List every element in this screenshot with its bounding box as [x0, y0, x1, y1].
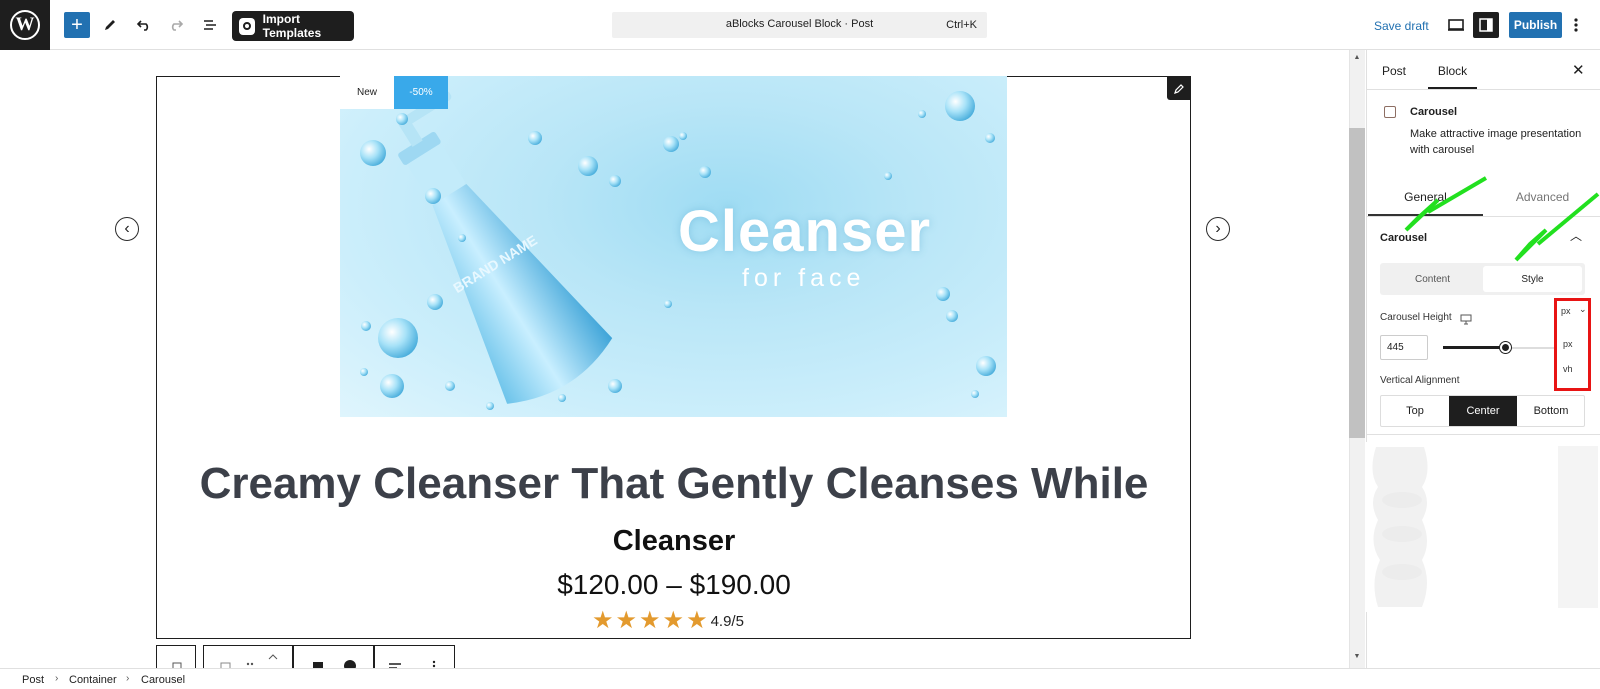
more-options-icon[interactable]	[1566, 12, 1586, 38]
product-price: $120.00 – $190.00	[557, 569, 791, 600]
command-palette-bar[interactable]: aBlocks Carousel Block · Post Ctrl+K	[612, 12, 987, 38]
badge-new: New	[340, 76, 394, 109]
scrollbar-thumb[interactable]	[1349, 128, 1365, 438]
product-rating: ★ ★ ★ ★ ★ 4.9/5	[592, 609, 744, 633]
add-block-button[interactable]: +	[64, 12, 90, 38]
breadcrumb-item[interactable]: Post	[22, 674, 44, 686]
star-icon: ★	[639, 607, 661, 634]
unit-option-vh[interactable]: vh	[1563, 364, 1573, 374]
unit-dropdown[interactable]: px ⌄ px vh	[1554, 298, 1591, 391]
block-breadcrumb: Post › Container › Carousel	[0, 668, 1600, 689]
chevron-right-icon: ›	[55, 673, 59, 684]
carousel-block-icon	[1384, 106, 1396, 118]
document-title: aBlocks Carousel Block · Post	[725, 18, 874, 30]
loading-placeholder	[1366, 442, 1600, 612]
pencil-tools-icon[interactable]	[97, 12, 123, 38]
block-align-controls[interactable]	[374, 645, 455, 672]
close-icon[interactable]: ✕	[1572, 61, 1585, 79]
breadcrumb-item[interactable]: Container	[69, 674, 117, 686]
slider-fill	[1443, 346, 1505, 349]
badge-sale: -50%	[394, 76, 448, 109]
chevron-right-icon: ›	[126, 673, 130, 684]
product-title: Creamy Cleanser That Gently Cleanses Whi…	[199, 459, 1149, 508]
desktop-device-icon[interactable]	[1460, 312, 1472, 330]
tab-general[interactable]: General	[1368, 190, 1483, 204]
undo-icon[interactable]	[131, 12, 157, 38]
vertical-alignment-label: Vertical Alignment	[1380, 375, 1460, 386]
settings-sidebar-toggle-icon[interactable]	[1473, 12, 1499, 38]
carousel-section-title[interactable]: Carousel	[1380, 232, 1427, 244]
divider	[1366, 434, 1600, 435]
rating-text: 4.9/5	[710, 612, 744, 630]
save-draft-button[interactable]: Save draft	[1374, 19, 1429, 33]
tab-post[interactable]: Post	[1382, 64, 1406, 78]
star-icon: ★	[615, 607, 638, 634]
block-style-controls[interactable]	[293, 645, 374, 672]
tab-advanced[interactable]: Advanced	[1485, 190, 1600, 204]
align-top-button[interactable]: Top	[1381, 396, 1449, 426]
block-mover[interactable]	[203, 645, 293, 671]
scroll-up-icon[interactable]: ▲	[1349, 54, 1365, 66]
star-icon: ★	[592, 607, 614, 634]
parent-block-button[interactable]	[156, 645, 196, 670]
tab-block[interactable]: Block	[1428, 64, 1477, 78]
wordpress-logo-icon[interactable]: W	[0, 0, 50, 50]
block-name: Carousel	[1410, 106, 1458, 118]
import-templates-button[interactable]: Import Templates	[232, 11, 354, 41]
carousel-next-arrow-icon[interactable]: ›	[1206, 217, 1230, 241]
publish-button[interactable]: Publish	[1509, 12, 1562, 38]
scroll-down-icon[interactable]: ▼	[1349, 653, 1365, 665]
segment-content[interactable]: Content	[1383, 266, 1482, 292]
star-icon: ★	[686, 607, 708, 634]
carousel-height-input[interactable]: 445	[1380, 335, 1428, 360]
align-bottom-button[interactable]: Bottom	[1517, 396, 1585, 426]
product-subtitle: Cleanser	[612, 525, 736, 557]
block-description: Make attractive image presentation with …	[1410, 128, 1582, 156]
chevron-up-icon[interactable]: ︿	[1570, 227, 1582, 244]
slider-thumb[interactable]	[1500, 342, 1511, 353]
slide-subheading: for face	[742, 264, 866, 292]
carousel-height-label: Carousel Height	[1380, 312, 1452, 323]
align-center-button[interactable]: Center	[1449, 396, 1517, 426]
carousel-prev-arrow-icon[interactable]: ‹	[115, 217, 139, 241]
vertical-alignment-group: Top Center Bottom	[1380, 395, 1585, 427]
divider	[1366, 89, 1600, 90]
shortcut-hint: Ctrl+K	[946, 19, 977, 31]
divider	[1366, 216, 1600, 217]
content-style-switch: Content Style	[1380, 263, 1585, 295]
preview-device-icon[interactable]	[1443, 12, 1469, 38]
unit-selected[interactable]: px	[1561, 306, 1571, 316]
editor-toolbar: W + Import Templates aBlocks Carousel Bl…	[0, 0, 1600, 50]
document-overview-icon[interactable]	[197, 12, 223, 38]
star-icon: ★	[662, 607, 685, 634]
chevron-down-icon[interactable]: ⌄	[1579, 304, 1587, 315]
unit-option-px[interactable]: px	[1563, 339, 1573, 349]
ablocks-logo-icon	[239, 17, 255, 35]
redo-icon[interactable]	[163, 12, 189, 38]
import-templates-label: Import Templates	[262, 12, 322, 40]
edit-link-icon[interactable]	[1167, 77, 1190, 100]
segment-style[interactable]: Style	[1483, 266, 1582, 292]
slide-heading: Cleanser	[678, 199, 932, 264]
breadcrumb-item[interactable]: Carousel	[141, 674, 185, 686]
block-toolbar	[156, 645, 456, 672]
